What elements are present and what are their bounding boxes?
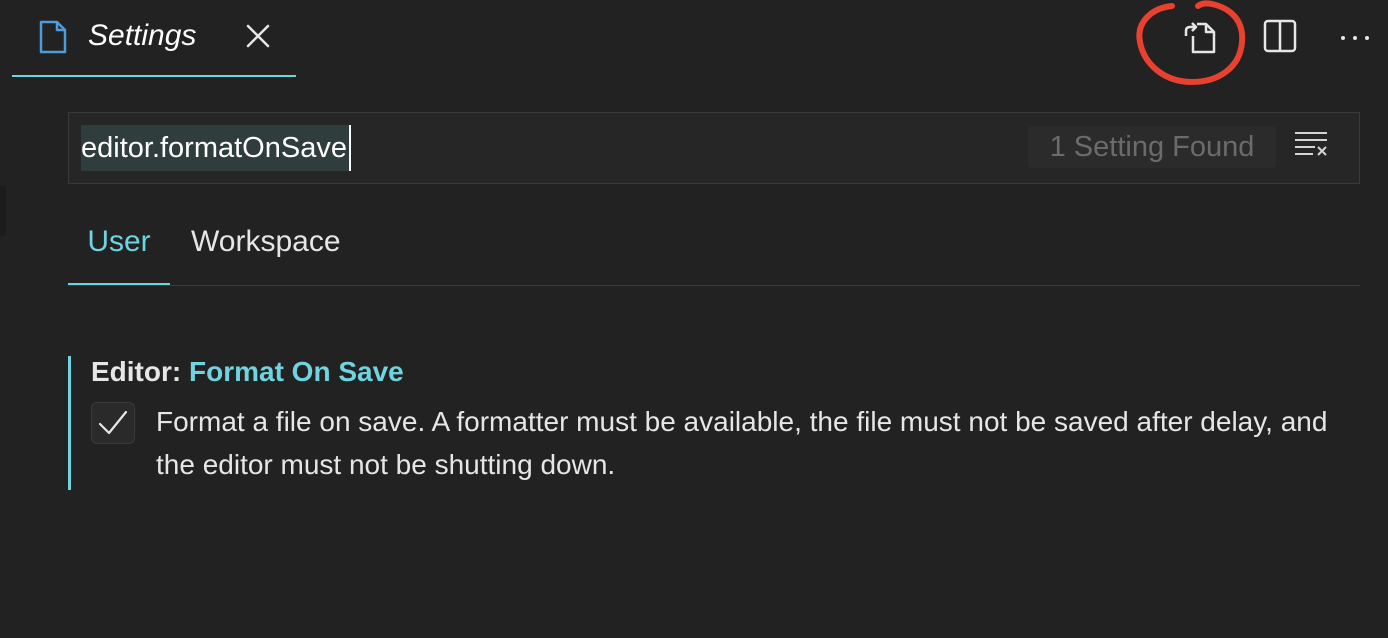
format-on-save-checkbox[interactable] xyxy=(91,402,135,444)
file-icon xyxy=(39,20,67,54)
clear-filter-icon[interactable] xyxy=(1293,130,1331,160)
checkmark-icon xyxy=(98,410,128,435)
more-actions-icon[interactable] xyxy=(1334,16,1374,56)
tab-settings[interactable]: Settings xyxy=(12,0,296,77)
setting-name: Format On Save xyxy=(189,356,404,387)
sidebar-edge xyxy=(0,186,6,236)
setting-description: Format a file on save. A formatter must … xyxy=(156,406,1328,480)
setting-item-format-on-save: Editor: Format On Save Format a file on … xyxy=(68,356,1368,490)
settings-count-badge: 1 Setting Found xyxy=(1028,126,1276,168)
tab-workspace[interactable]: Workspace xyxy=(191,225,341,259)
settings-scope-tabs: User Workspace xyxy=(68,215,1360,286)
setting-category: Editor: xyxy=(91,356,189,387)
open-settings-json-icon[interactable] xyxy=(1180,16,1220,56)
close-icon[interactable] xyxy=(244,22,272,50)
settings-search-box[interactable]: editor.formatOnSave 1 Setting Found xyxy=(68,112,1360,184)
split-editor-icon[interactable] xyxy=(1260,16,1300,56)
tab-title: Settings xyxy=(88,19,197,52)
settings-editor: Settings editor.formatOnSave 1 Setting F… xyxy=(0,0,1388,638)
setting-title: Editor: Format On Save xyxy=(91,356,404,388)
tab-user[interactable]: User xyxy=(68,225,170,285)
search-input[interactable]: editor.formatOnSave xyxy=(81,125,351,171)
